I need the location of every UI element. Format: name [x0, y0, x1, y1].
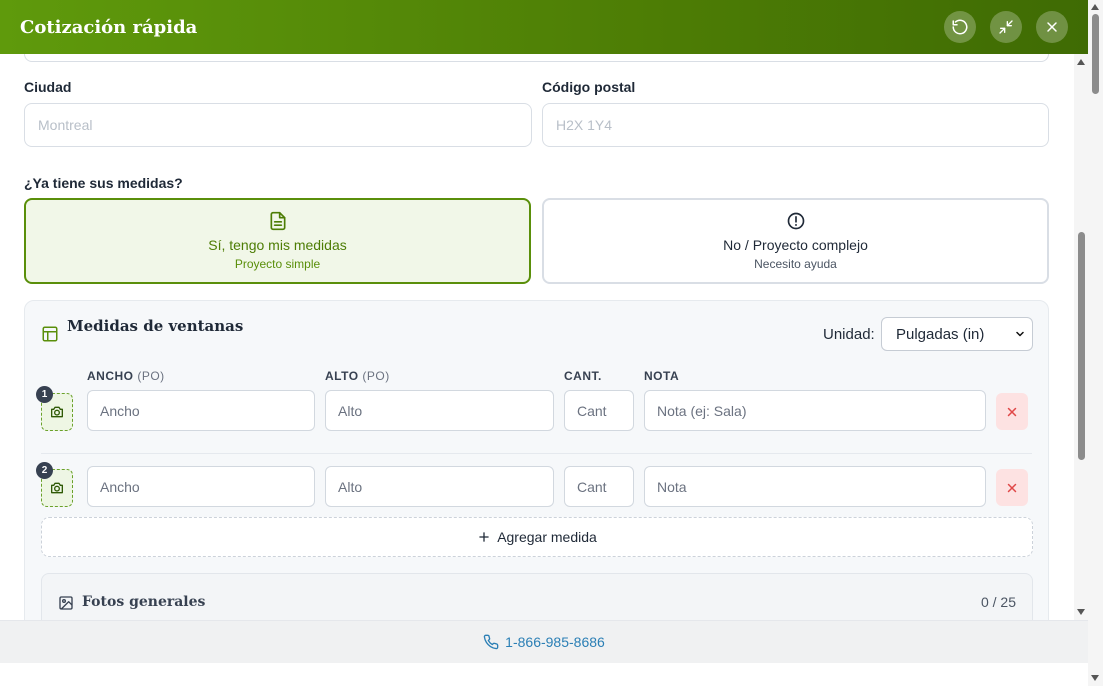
row-1-note-input[interactable]: Nota (ej: Sala): [644, 390, 986, 431]
row-2-delete-button[interactable]: [996, 469, 1028, 506]
row-1-height-input[interactable]: Alto: [325, 390, 554, 431]
general-photos-section: Fotos generales 0 / 25: [41, 573, 1033, 620]
photos-count: 0 / 25: [980, 594, 1016, 610]
add-measure-button[interactable]: Agregar medida: [41, 517, 1033, 557]
unit-select[interactable]: Pulgadas (in): [881, 317, 1033, 351]
col-header-note: NOTA: [644, 369, 680, 383]
city-input[interactable]: Montreal: [24, 103, 532, 147]
address-field-partial[interactable]: [24, 54, 1049, 62]
unit-label: Unidad:: [823, 326, 875, 343]
form-scrollbar[interactable]: [1074, 54, 1088, 620]
row-2-width-input[interactable]: Ancho: [87, 466, 315, 507]
city-label: Ciudad: [24, 79, 72, 95]
row-1-delete-button[interactable]: [996, 393, 1028, 430]
has-measures-subtitle: Proyecto simple: [234, 257, 321, 271]
page-scroll-up-arrow[interactable]: [1091, 4, 1099, 10]
no-measures-subtitle: Necesito ayuda: [754, 257, 837, 271]
row-1-width-input[interactable]: Ancho: [87, 390, 315, 431]
footer-bar: 1-866-985-8686: [0, 620, 1088, 663]
dialog-title: Cotización rápida: [20, 16, 198, 38]
row-2-height-input[interactable]: Alto: [325, 466, 554, 507]
row-divider: [41, 453, 1032, 454]
close-icon: [1047, 22, 1057, 32]
reset-button[interactable]: [944, 11, 976, 43]
phone-link[interactable]: 1-866-985-8686: [505, 634, 605, 650]
image-icon: [59, 596, 73, 610]
window-measures-panel: Medidas de ventanas Unidad: Pulgadas (in…: [24, 300, 1049, 620]
camera-icon: [51, 406, 63, 418]
row-1-number-badge: 1: [36, 386, 53, 403]
no-measures-title: No / Proyecto complejo: [723, 237, 868, 253]
general-photos-title: Fotos generales: [82, 594, 206, 610]
page-scroll-down-arrow[interactable]: [1091, 675, 1099, 681]
close-icon: [1007, 483, 1017, 492]
row-2-note-input[interactable]: Nota: [644, 466, 986, 507]
row-2-number-badge: 2: [36, 462, 53, 479]
form-scrollbar-thumb[interactable]: [1078, 232, 1085, 460]
minimize-button[interactable]: [990, 11, 1022, 43]
postal-code-input[interactable]: H2X 1Y4: [542, 103, 1049, 147]
plus-icon: [479, 532, 489, 542]
camera-icon: [51, 482, 63, 494]
no-measures-option[interactable]: No / Proyecto complejo Necesito ayuda: [542, 198, 1049, 284]
unit-select-value: Pulgadas (in): [896, 325, 985, 343]
panel-title: Medidas de ventanas: [67, 317, 244, 335]
document-icon: [270, 211, 285, 231]
form-scroll-area[interactable]: Ciudad Montreal Código postal H2X 1Y4 ¿Y…: [0, 54, 1088, 620]
close-button[interactable]: [1036, 11, 1068, 43]
row-2-qty-input[interactable]: Cant: [564, 466, 634, 507]
scroll-up-arrow[interactable]: [1077, 59, 1085, 65]
has-measures-title: Sí, tengo mis medidas: [208, 237, 347, 253]
scroll-down-arrow[interactable]: [1077, 609, 1085, 615]
alert-circle-icon: [787, 212, 804, 230]
rotate-ccw-icon: [952, 19, 968, 35]
phone-icon: [483, 634, 499, 650]
dialog-header: Cotización rápida: [0, 0, 1088, 54]
close-icon: [1007, 407, 1017, 416]
has-measures-option[interactable]: Sí, tengo mis medidas Proyecto simple: [24, 198, 531, 284]
add-measure-label: Agregar medida: [497, 529, 597, 545]
col-header-qty: CANT.: [564, 369, 602, 383]
layout-icon: [42, 326, 58, 342]
minimize-icon: [999, 20, 1013, 34]
measures-question: ¿Ya tiene sus medidas?: [24, 175, 183, 191]
postal-code-label: Código postal: [542, 79, 636, 95]
col-header-width: ANCHO (PO): [87, 369, 165, 383]
row-1-qty-input[interactable]: Cant: [564, 390, 634, 431]
col-header-height: ALTO (PO): [325, 369, 390, 383]
page-scrollbar-thumb[interactable]: [1092, 14, 1099, 94]
chevron-down-icon: [1016, 331, 1024, 337]
page-scrollbar[interactable]: [1088, 0, 1103, 686]
